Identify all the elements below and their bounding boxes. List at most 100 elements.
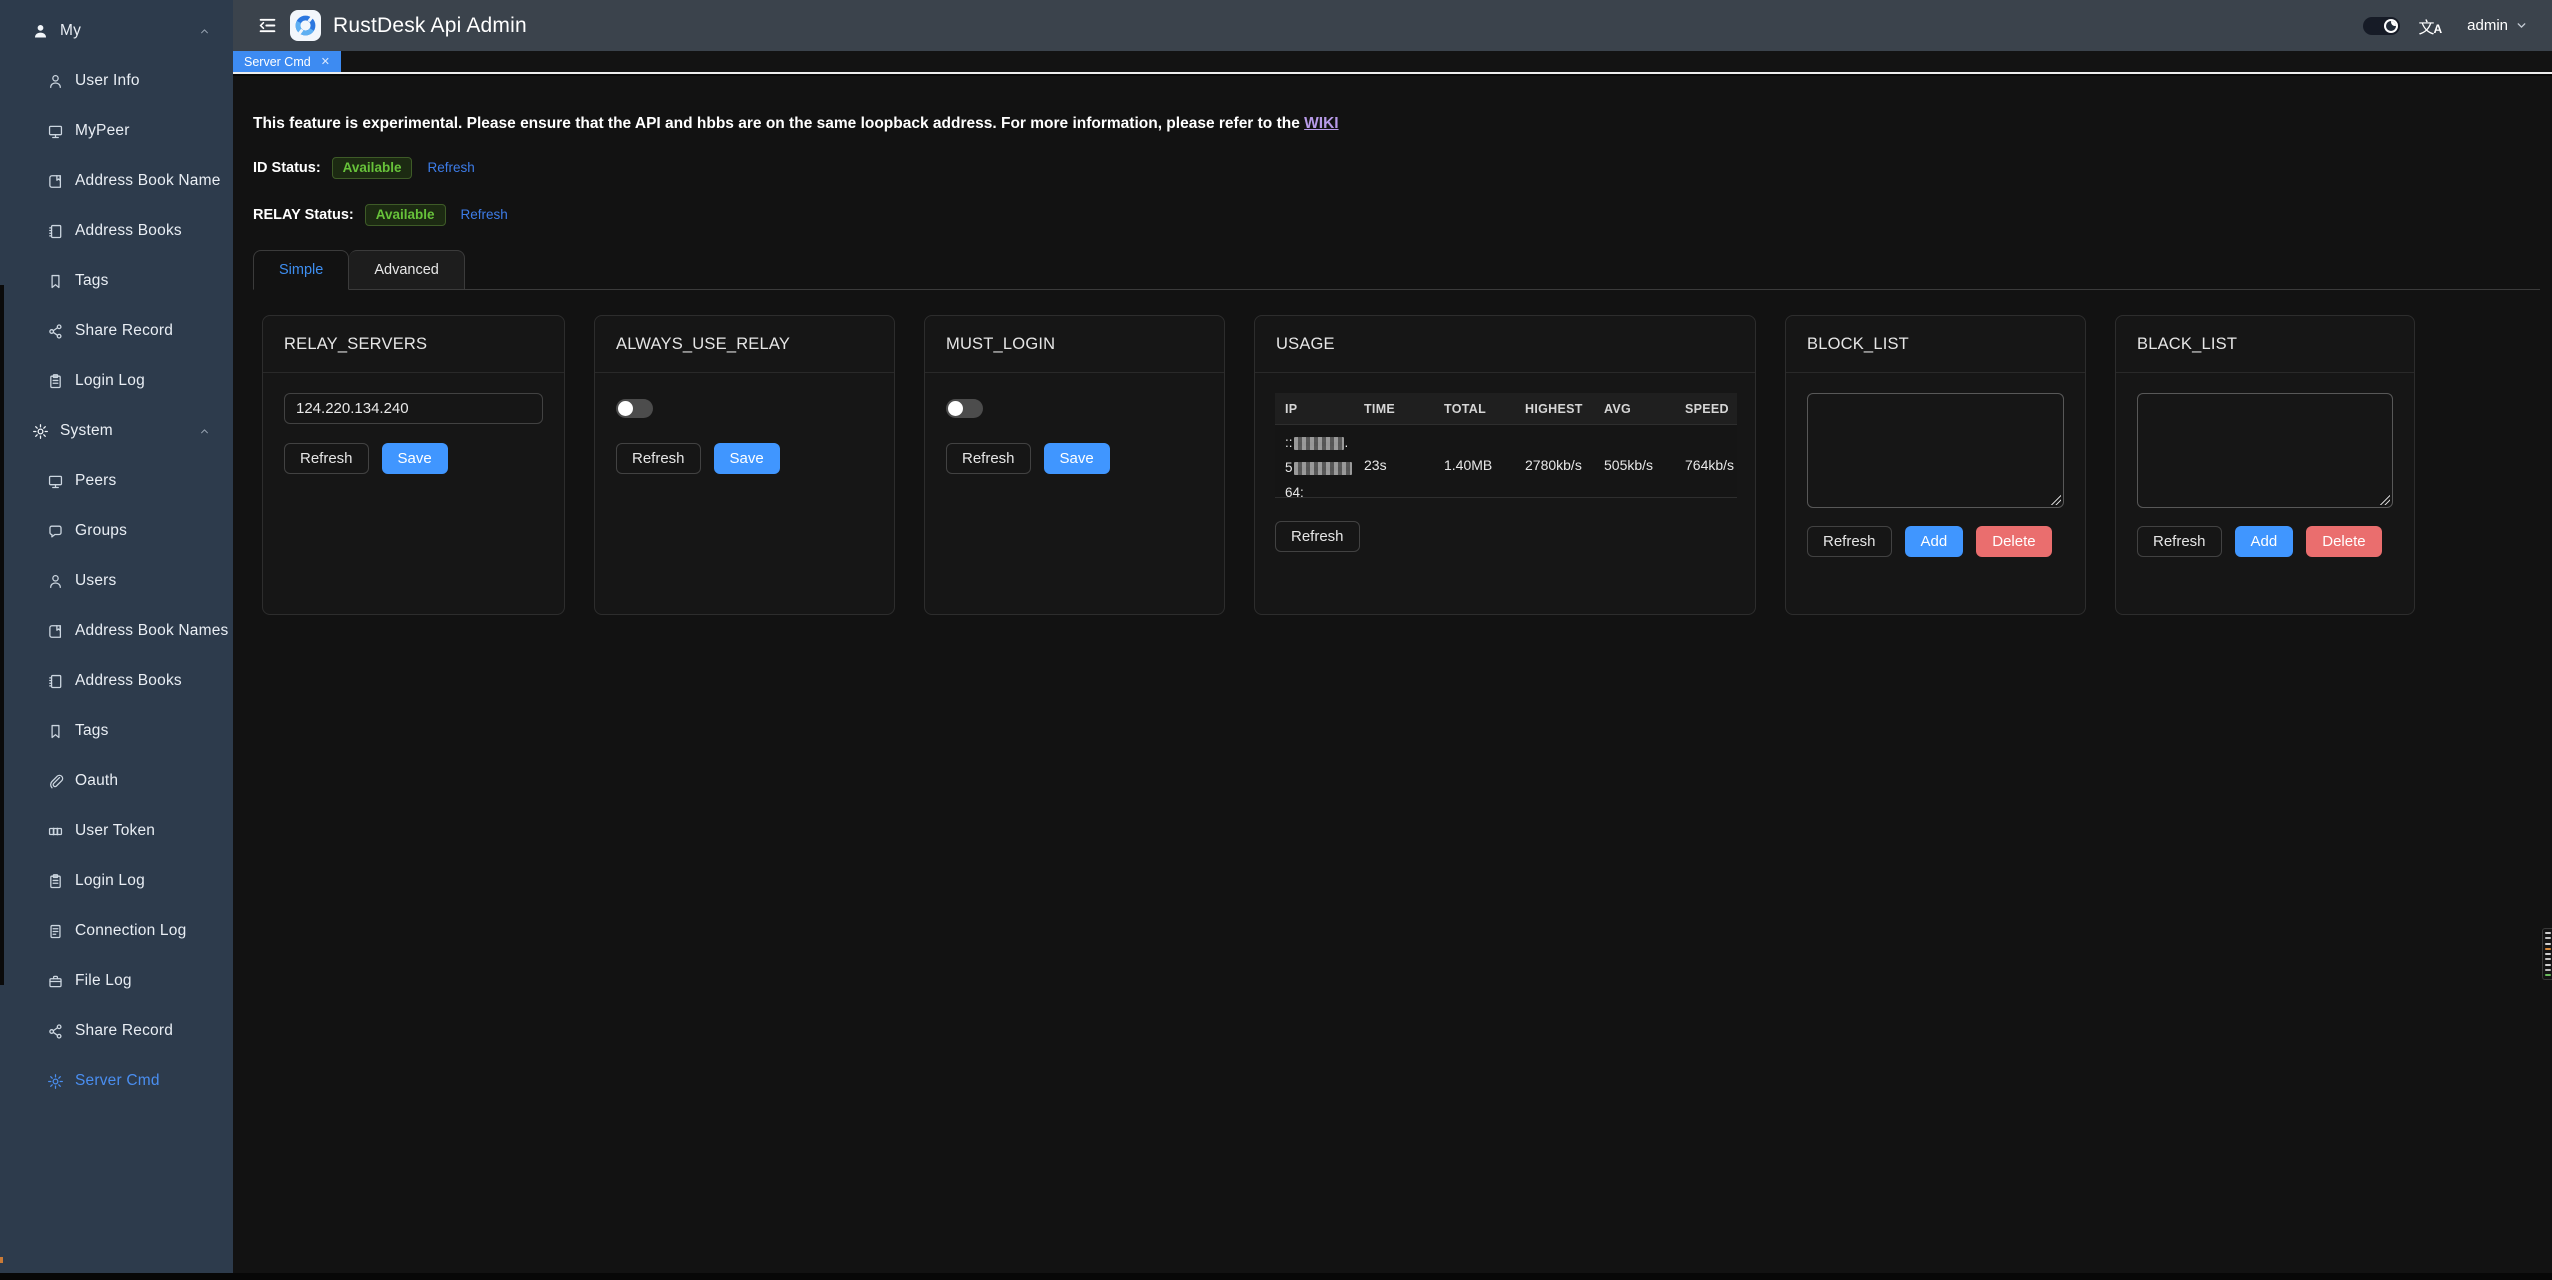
relay-servers-input[interactable]	[284, 393, 543, 424]
tab-advanced[interactable]: Advanced	[349, 250, 465, 290]
sidebar-group-system[interactable]: System	[0, 406, 233, 456]
sidebar-item-tags[interactable]: Tags	[0, 706, 233, 756]
left-edge-marker	[0, 1257, 3, 1263]
id-status-refresh-link[interactable]: Refresh	[427, 160, 474, 175]
relay-status-refresh-link[interactable]: Refresh	[461, 207, 508, 222]
sidebar-item-share-record[interactable]: Share Record	[0, 1006, 233, 1056]
theme-toggle[interactable]	[2363, 17, 2400, 35]
sidebar-item-tags[interactable]: Tags	[0, 256, 233, 306]
sidebar-item-login-log[interactable]: Login Log	[0, 356, 233, 406]
always_use_relay-toggle[interactable]	[616, 399, 653, 418]
sidebar-item-mypeer[interactable]: MyPeer	[0, 106, 233, 156]
card-must_login: MUST_LOGIN Refresh Save	[924, 315, 1225, 615]
menu-fold-icon[interactable]	[258, 16, 277, 35]
resize-grip-icon[interactable]	[2380, 495, 2390, 505]
refresh-button[interactable]: Refresh	[616, 443, 701, 474]
sidebar-item-user-info[interactable]: User Info	[0, 56, 233, 106]
usage-value: 764kb/s	[1675, 457, 1737, 473]
card-body: IPTIMETOTALHIGHESTAVGSPEED::.564:23s1.40…	[1255, 373, 1755, 572]
card-title: MUST_LOGIN	[946, 335, 1055, 354]
refresh-button[interactable]: Refresh	[1807, 526, 1892, 557]
view-tabs: Simple Advanced	[253, 250, 2540, 290]
bottom-strip	[0, 1273, 2552, 1280]
sidebar-label: Tags	[75, 272, 109, 290]
user-icon	[47, 573, 64, 590]
sidebar-item-address-books[interactable]: Address Books	[0, 206, 233, 256]
close-icon[interactable]: ✕	[321, 55, 330, 68]
save-button[interactable]: Save	[382, 443, 448, 474]
monitor-icon	[47, 123, 64, 140]
main-content: This feature is experimental. Please ens…	[233, 76, 2552, 1280]
card-header: MUST_LOGIN	[925, 316, 1224, 373]
app-title: RustDesk Api Admin	[333, 14, 527, 38]
sidebar-item-groups[interactable]: Groups	[0, 506, 233, 556]
usage-value: 2780kb/s	[1515, 457, 1594, 473]
usage-value: 23s	[1354, 457, 1434, 473]
sidebar-label: File Log	[75, 972, 132, 990]
minimap-stripe	[2545, 948, 2551, 950]
notebook-icon	[47, 223, 64, 240]
sidebar-item-share-record[interactable]: Share Record	[0, 306, 233, 356]
translate-icon[interactable]: 文A	[2418, 14, 2441, 38]
block_list-textarea[interactable]	[1807, 393, 2064, 508]
minimap-stripe	[2545, 958, 2551, 960]
bookmark-icon	[47, 273, 64, 290]
card-header: BLOCK_LIST	[1786, 316, 2085, 373]
save-button[interactable]: Save	[714, 443, 780, 474]
column-header: HIGHEST	[1515, 402, 1594, 416]
black_list-textarea[interactable]	[2137, 393, 2393, 508]
sidebar-item-address-books[interactable]: Address Books	[0, 656, 233, 706]
tab-simple[interactable]: Simple	[253, 250, 349, 290]
clipboard-icon	[47, 873, 64, 890]
sidebar-item-address-book-name[interactable]: Address Book Name	[0, 156, 233, 206]
card-body: Refresh Add Delete	[2116, 373, 2414, 577]
card-usage: USAGEIPTIMETOTALHIGHESTAVGSPEED::.564:23…	[1254, 315, 1756, 615]
wiki-link[interactable]: WIKI	[1304, 115, 1338, 132]
must_login-toggle[interactable]	[946, 399, 983, 418]
card-body: Refresh Save	[595, 373, 894, 494]
ticket-icon	[47, 823, 64, 840]
id-status-badge: Available	[332, 157, 413, 179]
card-buttons: Refresh Add Delete	[2137, 526, 2393, 557]
usage-table: IPTIMETOTALHIGHESTAVGSPEED::.564:23s1.40…	[1275, 393, 1737, 498]
sidebar-label: Share Record	[75, 322, 173, 340]
sidebar-label: User Info	[75, 72, 140, 90]
sidebar-item-user-token[interactable]: User Token	[0, 806, 233, 856]
delete-button[interactable]: Delete	[2306, 526, 2381, 557]
sidebar-item-users[interactable]: Users	[0, 556, 233, 606]
gear-icon	[32, 423, 49, 440]
user-menu[interactable]: admin	[2467, 17, 2508, 34]
tab-label: Server Cmd	[244, 55, 311, 69]
sidebar-item-peers[interactable]: Peers	[0, 456, 233, 506]
bookmark-icon	[47, 723, 64, 740]
refresh-button[interactable]: Refresh	[2137, 526, 2222, 557]
resize-grip-icon[interactable]	[2051, 495, 2061, 505]
refresh-button[interactable]: Refresh	[946, 443, 1031, 474]
sidebar-item-server-cmd[interactable]: Server Cmd	[0, 1056, 233, 1106]
share-icon	[47, 323, 64, 340]
sidebar-item-file-log[interactable]: File Log	[0, 956, 233, 1006]
theme-knob	[2384, 19, 2398, 33]
card-black_list: BLACK_LISTRefreshAddDelete	[2115, 315, 2415, 615]
card-body: Refresh Save	[925, 373, 1224, 494]
refresh-button[interactable]: Refresh	[1275, 521, 1360, 552]
add-button[interactable]: Add	[1905, 526, 1964, 557]
sidebar-label: Oauth	[75, 772, 118, 790]
settings-cards: RELAY_SERVERSRefreshSaveALWAYS_USE_RELAY…	[262, 315, 2552, 615]
chat-icon	[47, 523, 64, 540]
card-buttons: Refresh Add Delete	[1807, 526, 2064, 557]
card-buttons: Refresh Save	[616, 443, 873, 474]
sidebar-item-oauth[interactable]: Oauth	[0, 756, 233, 806]
sidebar-item-login-log[interactable]: Login Log	[0, 856, 233, 906]
add-button[interactable]: Add	[2235, 526, 2294, 557]
refresh-button[interactable]: Refresh	[284, 443, 369, 474]
sidebar-group-my[interactable]: My	[0, 6, 233, 56]
book-icon	[47, 623, 64, 640]
delete-button[interactable]: Delete	[1976, 526, 2051, 557]
scroll-minimap[interactable]	[2542, 928, 2552, 980]
sidebar-item-connection-log[interactable]: Connection Log	[0, 906, 233, 956]
chevron-down-icon[interactable]	[2515, 19, 2528, 32]
save-button[interactable]: Save	[1044, 443, 1110, 474]
tab-server-cmd[interactable]: Server Cmd ✕	[233, 51, 341, 72]
sidebar-item-address-book-names[interactable]: Address Book Names	[0, 606, 233, 656]
